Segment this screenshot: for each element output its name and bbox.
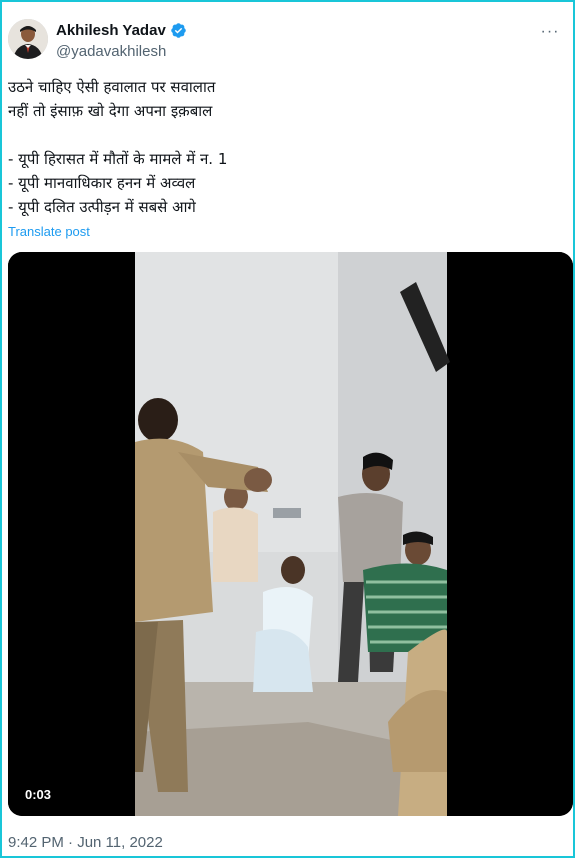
video-frame bbox=[8, 252, 573, 816]
tweet-line: उठने चाहिए ऐसी हवालात पर सवालात bbox=[8, 78, 216, 96]
tweet-line: - यूपी मानवाधिकार हनन में अव्वल bbox=[8, 174, 196, 192]
tweet-line: - यूपी हिरासत में मौतों के मामले में न. … bbox=[8, 150, 228, 168]
avatar[interactable] bbox=[8, 19, 48, 59]
tweet-line-gap bbox=[8, 123, 564, 147]
video-duration: 0:03 bbox=[19, 784, 58, 805]
translate-post-link[interactable]: Translate post bbox=[8, 224, 90, 239]
avatar-image bbox=[8, 19, 48, 59]
verified-badge-icon bbox=[170, 22, 187, 39]
more-options-icon[interactable]: ··· bbox=[540, 22, 560, 42]
tweet-text: उठने चाहिए ऐसी हवालात पर सवालात नहीं तो … bbox=[8, 75, 564, 219]
author-display-name[interactable]: Akhilesh Yadav bbox=[56, 22, 166, 39]
author-name-row: Akhilesh Yadav bbox=[56, 22, 187, 39]
tweet-line: नहीं तो इंसाफ़ खो देगा अपना इक़बाल bbox=[8, 102, 213, 120]
author-handle[interactable]: @yadavakhilesh bbox=[56, 43, 166, 60]
tweet-header: Akhilesh Yadav @yadavakhilesh ··· bbox=[8, 19, 568, 67]
tweet-timestamp[interactable]: 9:42 PM · Jun 11, 2022 bbox=[8, 834, 163, 851]
tweet-line: - यूपी दलित उत्पीड़न में सबसे आगे bbox=[8, 198, 196, 216]
tweet-card: Akhilesh Yadav @yadavakhilesh ··· उठने च… bbox=[0, 0, 575, 858]
video-player[interactable]: 0:03 bbox=[8, 252, 573, 816]
